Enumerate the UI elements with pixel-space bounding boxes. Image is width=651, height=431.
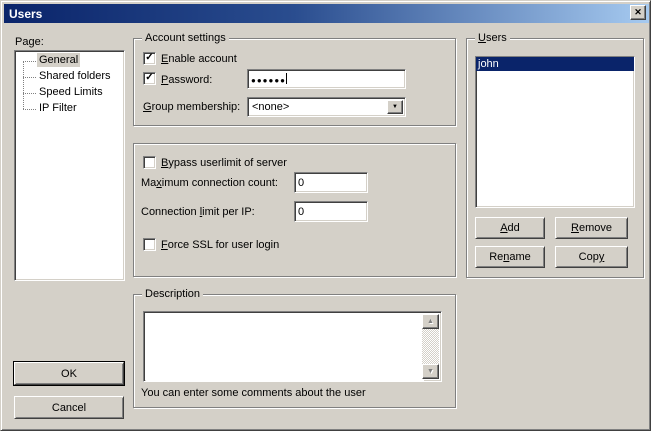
add-button[interactable]: Add [475, 217, 545, 239]
scroll-down-button[interactable]: ▼ [422, 364, 439, 379]
bypass-userlimit-label: Bypass userlimit of server [161, 157, 287, 170]
scroll-up-icon: ▲ [427, 318, 434, 325]
connection-per-ip-input[interactable] [294, 201, 368, 222]
users-legend: Users [475, 32, 510, 45]
group-membership-value: <none> [252, 101, 289, 113]
tree-item-speed-limits[interactable]: Speed Limits [37, 85, 105, 99]
page-label: Page: [15, 36, 44, 49]
ok-button[interactable]: OK [14, 362, 124, 385]
close-icon: ✕ [634, 8, 642, 17]
account-settings-legend: Account settings [142, 32, 229, 45]
tree-item-general[interactable]: General [37, 53, 80, 67]
connection-per-ip-label: Connection limit per IP: [141, 206, 255, 219]
titlebar[interactable]: Users ✕ [4, 4, 649, 23]
text-caret [286, 73, 287, 84]
password-label: Password: [161, 74, 212, 87]
password-masked-value: ●●●●●● [251, 76, 286, 85]
description-textarea[interactable] [146, 314, 424, 381]
max-connection-label: Maximum connection count: [141, 177, 278, 190]
users-dialog: Users ✕ Page: General Shared folders Spe… [0, 0, 651, 431]
scrollbar-track[interactable] [422, 329, 439, 364]
max-connection-input[interactable] [294, 172, 368, 193]
cancel-button[interactable]: Cancel [14, 396, 124, 419]
list-item-john[interactable]: john [476, 57, 634, 71]
description-field-frame: ▲ ▼ [143, 311, 442, 382]
tree-lines [23, 61, 24, 109]
page-tree: General Shared folders Speed Limits IP F… [14, 50, 125, 281]
remove-button[interactable]: Remove [555, 217, 628, 239]
password-input[interactable]: ●●●●●● [247, 69, 406, 89]
scroll-down-icon: ▼ [427, 368, 434, 375]
description-note: You can enter some comments about the us… [141, 387, 366, 400]
scroll-up-button[interactable]: ▲ [422, 314, 439, 329]
force-ssl-label: Force SSL for user login [161, 239, 279, 252]
enable-account-checkbox[interactable]: ✓ [143, 52, 156, 65]
description-scrollbar[interactable]: ▲ ▼ [422, 314, 439, 379]
copy-button[interactable]: Copy [555, 246, 628, 268]
force-ssl-checkbox[interactable] [143, 238, 156, 251]
dropdown-button[interactable]: ▼ [387, 100, 403, 114]
description-legend: Description [142, 288, 203, 301]
chevron-down-icon: ▼ [392, 104, 398, 110]
users-listbox[interactable]: john [475, 56, 635, 208]
tree-item-shared-folders[interactable]: Shared folders [37, 69, 113, 83]
enable-account-label: Enable account [161, 53, 237, 66]
bypass-userlimit-checkbox[interactable] [143, 156, 156, 169]
window-title: Users [4, 7, 42, 21]
close-button[interactable]: ✕ [630, 5, 646, 20]
group-membership-select[interactable]: <none> ▼ [247, 97, 406, 117]
rename-button[interactable]: Rename [475, 246, 545, 268]
group-membership-label: Group membership: [143, 101, 240, 114]
tree-item-ip-filter[interactable]: IP Filter [37, 101, 79, 115]
password-checkbox[interactable]: ✓ [143, 72, 156, 85]
